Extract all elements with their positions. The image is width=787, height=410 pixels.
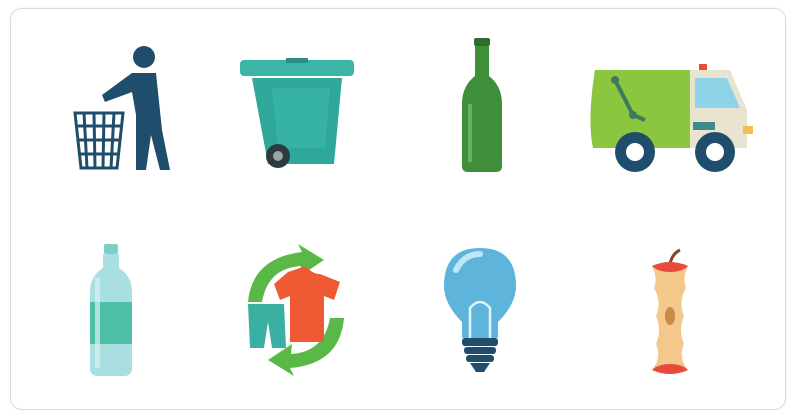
wheelie-bin-icon	[238, 58, 356, 170]
garbage-truck-icon	[585, 60, 755, 178]
textile-recycling-icon	[228, 244, 364, 376]
plastic-bottle-icon	[86, 244, 136, 376]
apple-core-icon	[642, 246, 698, 378]
light-bulb-icon	[442, 246, 518, 376]
glass-bottle-icon	[458, 38, 506, 172]
person-trash-icon	[70, 40, 170, 172]
